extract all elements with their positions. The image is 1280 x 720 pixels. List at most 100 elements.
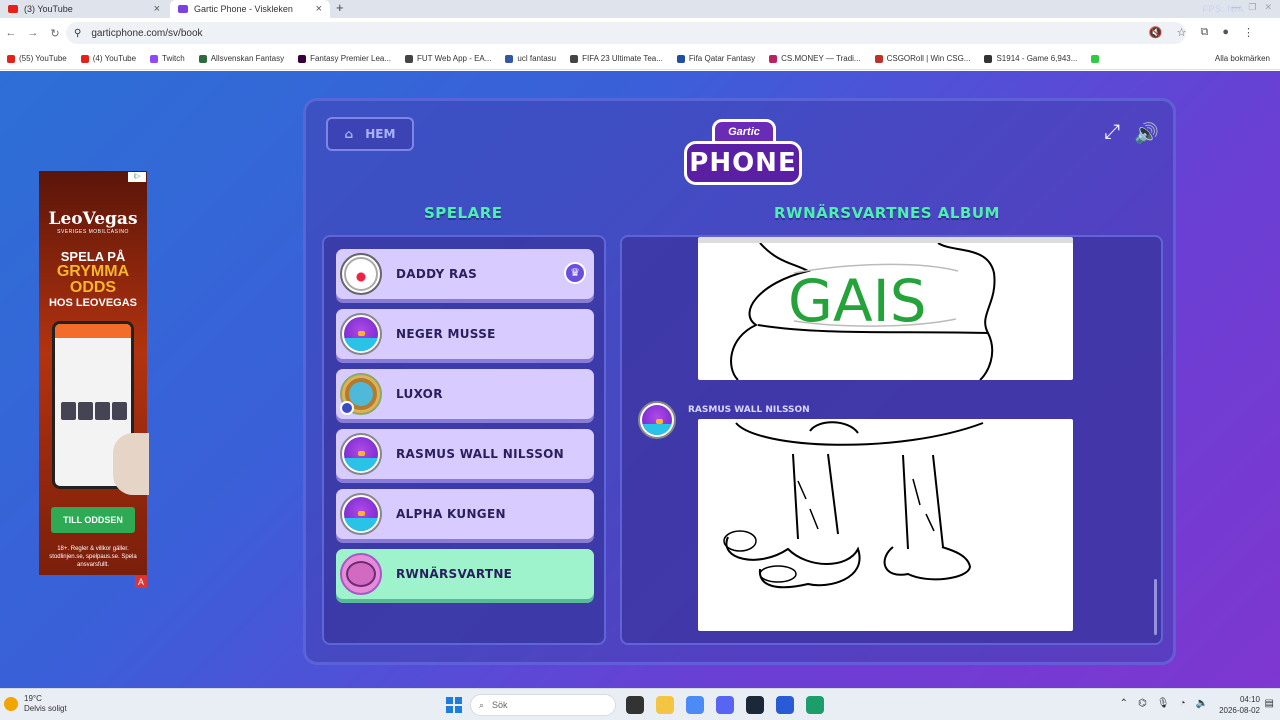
toolbar-icons: 🔇 ☆ ⧉ ● ⋮ [1149,26,1254,39]
bookmark-item[interactable]: FIFA 23 Ultimate Tea... [563,54,670,63]
bookmark-item[interactable]: Allsvenskan Fantasy [192,54,291,63]
network-icon[interactable]: ⌬ [1138,698,1147,709]
volume-icon[interactable]: 🔊 [1134,121,1159,146]
home-button[interactable]: ⌂ HEM [326,117,414,151]
bookmark-item[interactable] [1084,54,1110,63]
bookmark-item[interactable]: (55) YouTube [0,54,74,63]
fullscreen-icon[interactable]: ⤢ [1104,121,1120,146]
discord-icon[interactable] [716,696,734,714]
bookmark-item[interactable]: CS.MONEY — Tradi... [762,54,867,63]
game-panel: ⌂ HEM Gartic PHONE ⤢ 🔊 SPELARE RWNÄRSVAR… [303,98,1176,665]
windows-start-icon[interactable] [446,697,462,713]
system-tray: ⌃ ⌬ 🎙 ◔ 🔈 [1120,698,1208,709]
search-icon: ⌕ [479,699,485,710]
ad-headline-2a: GRYMMA [56,263,130,280]
football-image [113,433,149,495]
bird-icon [340,493,382,535]
player-daddy-ras[interactable]: DADDY RAS ♛ [336,249,594,299]
ad-tagline: SVERIGES MOBILCASINO [57,229,129,235]
bookmark-favicon-icon [1091,54,1100,63]
restore-icon[interactable]: ❐ [1248,2,1256,13]
url-text: garticphone.com/sv/book [91,27,203,39]
weather-widget[interactable]: 19°C Delvis soligt [4,694,67,714]
bookmark-label: (55) YouTube [19,54,67,63]
taskbar-apps [626,696,824,714]
bookmark-label: Fantasy Premier Lea... [310,54,392,63]
chrome-icon[interactable] [686,696,704,714]
album-viewer[interactable]: GAIS RASMUS WALL NILSSON [620,235,1163,645]
gartic-phone-logo: Gartic PHONE [684,119,802,189]
file-explorer-icon[interactable] [656,696,674,714]
bookmark-item[interactable]: (4) YouTube [74,54,143,63]
tab-gartic-phone[interactable]: Gartic Phone - Viskleken × [170,0,330,18]
bookmark-item[interactable]: Fantasy Premier Lea... [291,54,398,63]
bookmark-label: Allsvenskan Fantasy [210,54,285,63]
chevron-up-icon[interactable]: ⌃ [1120,698,1128,709]
reload-icon[interactable]: ↻ [44,27,66,40]
close-window-icon[interactable]: ✕ [1264,2,1272,13]
speaker-icon[interactable]: 🔈 [1196,698,1208,709]
player-name: RASMUS WALL NILSSON [396,447,564,461]
bookmark-favicon-icon [150,54,159,63]
leovegas-ad[interactable]: i▷ LeoVegas SVERIGES MOBILCASINO SPELA P… [39,171,149,575]
xbox-icon[interactable] [806,696,824,714]
bookmark-item[interactable]: ucl fantasu [498,54,563,63]
ad-choices-icon[interactable]: i▷ [128,172,146,182]
bookmark-item[interactable]: FUT Web App - EA... [398,54,498,63]
mic-icon[interactable]: 🎙 [1157,698,1170,709]
players-title: SPELARE [424,204,503,222]
bookmark-item[interactable]: CSGORoll | Win CSG... [868,54,978,63]
bookmark-item[interactable]: Fifa Qatar Fantasy [670,54,762,63]
close-tab-icon[interactable]: × [316,3,322,15]
notification-icon[interactable]: ▤ [1265,698,1274,709]
forward-icon[interactable]: → [22,27,44,39]
player-rwnarsvartne[interactable]: RWNÄRSVARTNE [336,549,594,599]
player-name: ALPHA KUNGEN [396,507,506,521]
tab-youtube[interactable]: (3) YouTube × [0,0,168,18]
profile-avatar-icon[interactable]: ● [1222,26,1229,39]
bookmark-favicon-icon [298,54,307,63]
player-name: DADDY RAS [396,267,478,281]
mute-site-icon[interactable]: 🔇 [1149,26,1163,39]
player-luxor[interactable]: LUXOR [336,369,594,419]
new-tab-button[interactable]: + [336,0,344,15]
task-view-icon[interactable] [626,696,644,714]
all-bookmarks-link[interactable]: Alla bokmärken [1215,54,1270,63]
album-scrollbar[interactable] [1154,579,1157,635]
ad-cta-button[interactable]: TILL ODDSEN [51,507,135,533]
steam-icon[interactable] [746,696,764,714]
bookmarks-bar: (55) YouTube (4) YouTube Twitch Allsvenskan… [0,48,1280,70]
player-alpha-kungen[interactable]: ALPHA KUNGEN [336,489,594,539]
ad-brand: LeoVegas [48,209,138,229]
taskbar-search[interactable]: ⌕ Sök [470,694,616,716]
close-tab-icon[interactable]: × [154,3,160,15]
url-field[interactable]: ⚲ garticphone.com/sv/book [66,22,1186,44]
player-rasmus-wall-nilsson[interactable]: RASMUS WALL NILSSON [336,429,594,479]
app-icon[interactable] [776,696,794,714]
menu-icon[interactable]: ⋮ [1243,26,1254,39]
players-list: DADDY RAS ♛ NEGER MUSSE LUXOR RASMUS WAL… [322,235,606,645]
crown-icon: ♛ [564,262,586,284]
ad-corner-icon[interactable]: A [135,576,147,588]
site-info-icon[interactable]: ⚲ [74,28,81,39]
gartic-favicon-icon [178,5,188,13]
minimize-icon[interactable]: — [1231,2,1240,13]
bookmark-label: S1914 - Game 6,943... [996,54,1078,63]
bird-icon [340,433,382,475]
bird-icon [638,401,676,439]
extensions-icon[interactable]: ⧉ [1200,26,1208,39]
bookmark-item[interactable]: S1914 - Game 6,943... [977,54,1084,63]
weather-temp: 19°C [24,694,42,703]
bookmark-favicon-icon [570,54,579,63]
drawing-1: GAIS [698,237,1073,381]
bookmark-star-icon[interactable]: ☆ [1177,26,1187,39]
back-icon[interactable]: ← [0,27,22,39]
ad-headline-2b: ODDS [69,279,117,296]
clock[interactable]: 04:10 2026-08-02 [1219,694,1260,716]
wifi-icon[interactable]: ◔ [1180,698,1186,709]
user-badge-icon [340,401,354,415]
album-title: RWNÄRSVARTNES ALBUM [774,204,1000,222]
player-neger-musse[interactable]: NEGER MUSSE [336,309,594,359]
bookmark-item[interactable]: Twitch [143,54,192,63]
bird-icon [340,313,382,355]
